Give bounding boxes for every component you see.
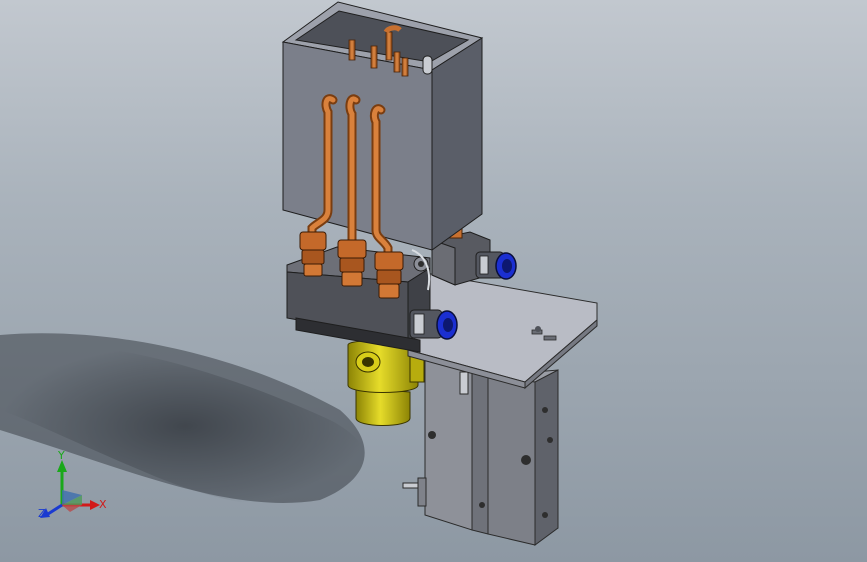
cad-model-view[interactable] <box>0 0 867 562</box>
triad-label-y: Y <box>58 449 65 462</box>
triad-label-z: Z <box>38 507 46 520</box>
pneumatic-slide-cylinder[interactable] <box>402 359 559 546</box>
triad-label-x: X <box>99 498 107 511</box>
nut-fitting[interactable] <box>374 251 404 299</box>
triad-z-axis <box>47 503 63 516</box>
hopper-box[interactable] <box>281 1 484 251</box>
coordinate-triad <box>40 460 100 518</box>
push-in-fitting[interactable] <box>409 309 458 340</box>
nut-fitting[interactable] <box>337 239 367 287</box>
nut-fitting[interactable] <box>299 231 327 277</box>
ground-shadow <box>0 333 370 508</box>
push-in-fitting[interactable] <box>475 251 517 280</box>
graphics-viewport[interactable]: Y X Z <box>0 0 867 562</box>
